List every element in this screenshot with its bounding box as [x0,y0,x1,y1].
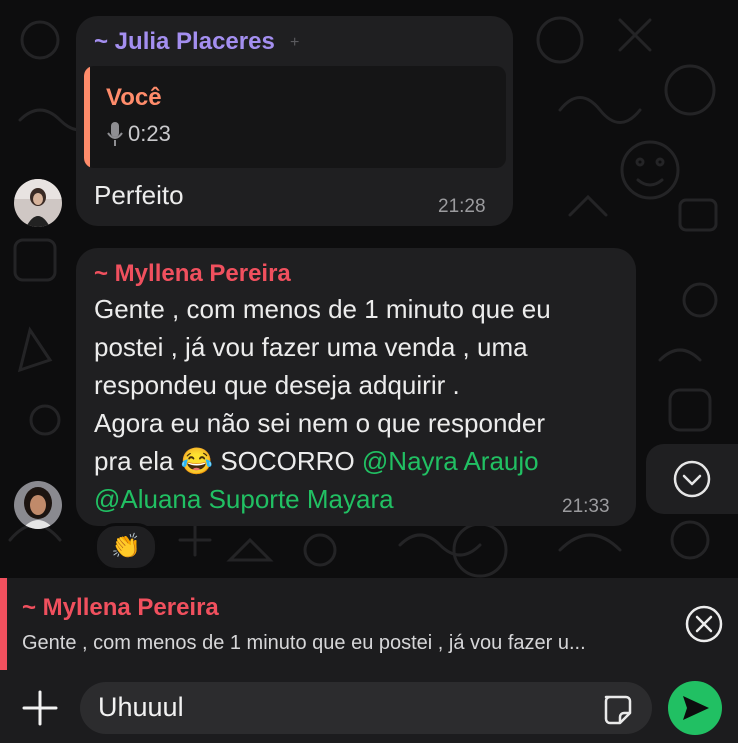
message-sender[interactable]: ~ Myllena Pereira [94,260,291,288]
avatar-julia[interactable] [14,179,62,227]
quote-accent-bar [84,66,90,168]
microphone-icon [106,121,124,152]
mention-aluana[interactable]: @Aluana Suporte Mayara [94,484,394,514]
sender-extra-icon: + [290,34,300,51]
message-line: postei , já vou fazer uma venda , uma [94,332,528,362]
message-line: pra ela 😂 SOCORRO @Nayra Araujo [94,442,634,480]
reply-text: Gente , com menos de 1 minuto que eu pos… [22,632,586,654]
plus-icon [22,690,58,726]
close-icon [685,605,723,643]
laughing-emoji: 😂 [180,446,214,476]
message-input[interactable]: Uhuuul [80,682,652,734]
line-prefix: pra ela [94,446,174,476]
reply-sender: ~ Myllena Pereira [22,594,219,621]
message-time: 21:28 [438,196,486,217]
line-mid: SOCORRO [213,446,362,476]
chevron-down-icon [672,459,712,504]
close-reply-button[interactable] [684,604,724,649]
message-input-text: Uhuuul [98,692,184,722]
clapping-emoji: 👏 [111,533,141,560]
reply-accent-bar [0,578,7,670]
chat-screen: ~ Julia Placeres + Você 0:23 Perfeito 21… [0,0,738,743]
avatar-myllena[interactable] [14,481,62,529]
reply-preview[interactable]: ~ Myllena Pereira Gente , com menos de 1… [0,578,738,670]
message-bubble-myllena[interactable]: ~ Myllena Pereira Gente , com menos de 1… [76,248,636,526]
quoted-message[interactable]: Você 0:23 [84,66,506,168]
sticker-button[interactable] [600,693,632,730]
avatar-image [14,481,62,529]
composer-bar: Uhuuul [0,670,738,743]
reaction-badge[interactable]: 👏 [94,523,158,571]
send-button[interactable] [668,681,722,735]
avatar-image [14,179,62,227]
message-line: Agora eu não sei nem o que responder [94,408,545,438]
mention-nayra[interactable]: @Nayra Araujo [362,446,539,476]
message-line: Gente , com menos de 1 minuto que eu [94,294,551,324]
attach-button[interactable] [20,688,60,733]
message-line: respondeu que deseja adquirir . [94,370,460,400]
message-text: Perfeito [94,180,184,210]
message-text: Gente , com menos de 1 minuto que eu pos… [94,290,634,518]
audio-duration: 0:23 [128,121,171,146]
quote-author: Você [106,84,162,111]
message-line: @Aluana Suporte Mayara [94,480,634,518]
scroll-down-button[interactable] [646,444,738,514]
send-icon [683,696,709,720]
sticker-icon [604,695,632,725]
message-bubble-julia[interactable]: ~ Julia Placeres + Você 0:23 Perfeito 21… [76,16,513,226]
message-time: 21:33 [562,496,610,517]
message-sender[interactable]: ~ Julia Placeres [94,28,275,56]
